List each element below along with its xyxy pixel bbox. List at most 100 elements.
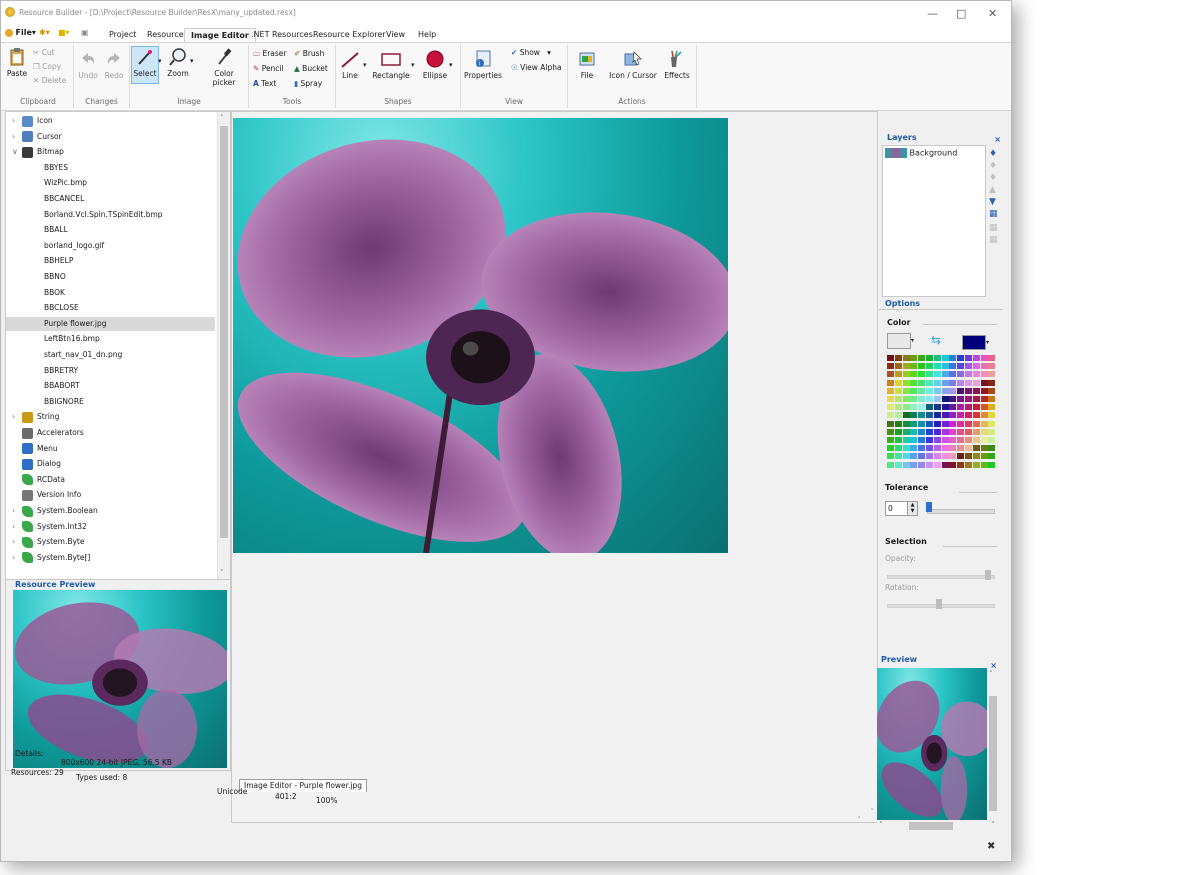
palette-swatch[interactable]	[972, 412, 980, 419]
palette-swatch[interactable]	[949, 355, 957, 361]
palette-swatch[interactable]	[949, 453, 957, 460]
palette-swatch[interactable]	[933, 387, 941, 394]
palette-swatch[interactable]	[957, 379, 965, 386]
collapse-chevron-icon[interactable]: ∨	[12, 145, 18, 159]
canvas-scroll-right-icon[interactable]: ˃	[858, 816, 862, 824]
palette-swatch[interactable]	[926, 387, 933, 394]
tree-node[interactable]: › Cursor	[6, 130, 215, 144]
palette-swatch[interactable]	[941, 371, 949, 378]
palette-swatch[interactable]	[972, 355, 980, 361]
palette-swatch[interactable]	[965, 396, 972, 402]
palette-swatch[interactable]	[965, 379, 972, 386]
palette-swatch[interactable]	[949, 387, 957, 394]
preview-vscroll-thumb[interactable]	[989, 696, 997, 811]
eraser-button[interactable]: ▭ Eraser	[253, 49, 287, 58]
palette-swatch[interactable]	[933, 420, 941, 427]
palette-swatch[interactable]	[941, 387, 949, 394]
palette-swatch[interactable]	[918, 396, 926, 402]
palette-swatch[interactable]	[933, 445, 941, 452]
palette-swatch[interactable]	[933, 371, 941, 378]
palette-swatch[interactable]	[887, 396, 894, 402]
palette-swatch[interactable]	[972, 420, 980, 427]
palette-swatch[interactable]	[894, 387, 902, 394]
palette-swatch[interactable]	[887, 404, 894, 411]
tree-node[interactable]: › String	[6, 410, 215, 424]
palette-swatch[interactable]	[918, 387, 926, 394]
palette-swatch[interactable]	[980, 461, 988, 468]
palette-swatch[interactable]	[941, 404, 949, 411]
palette-swatch[interactable]	[918, 437, 926, 443]
palette-swatch[interactable]	[926, 379, 933, 386]
brush-button[interactable]: ✐ Brush	[294, 49, 324, 58]
palette-swatch[interactable]	[949, 404, 957, 411]
effects-button[interactable]: Effects	[662, 49, 692, 80]
move-layer-down-icon[interactable]: ▼	[989, 197, 1001, 209]
palette-swatch[interactable]	[902, 461, 910, 468]
palette-swatch[interactable]	[957, 387, 965, 394]
redo-button[interactable]: Redo	[102, 49, 126, 80]
tree-leaf[interactable]: BBCANCEL	[6, 192, 215, 206]
editor-image[interactable]	[233, 118, 728, 553]
palette-swatch[interactable]	[918, 355, 926, 361]
palette-swatch[interactable]	[949, 379, 957, 386]
palette-swatch[interactable]	[918, 420, 926, 427]
tree-leaf[interactable]: BBYES	[6, 161, 215, 175]
tree-node[interactable]: ∨ Bitmap	[6, 145, 215, 159]
tree-leaf[interactable]: LeftBtn16.bmp	[6, 332, 215, 346]
palette-swatch[interactable]	[933, 404, 941, 411]
tree-leaf[interactable]: BBALL	[6, 223, 215, 237]
palette-swatch[interactable]	[926, 371, 933, 378]
flatten-image-icon[interactable]: ▦	[989, 235, 1001, 247]
expand-chevron-icon[interactable]: ›	[12, 504, 15, 518]
tree-node[interactable]: Accelerators	[6, 426, 215, 440]
palette-swatch[interactable]	[957, 404, 965, 411]
palette-swatch[interactable]	[972, 461, 980, 468]
palette-swatch[interactable]	[894, 453, 902, 460]
delete-button[interactable]: ✕ Delete	[33, 76, 66, 85]
palette-swatch[interactable]	[957, 420, 965, 427]
palette-swatch[interactable]	[887, 355, 894, 361]
palette-swatch[interactable]	[941, 437, 949, 443]
file-menu-button[interactable]: File▾	[5, 28, 36, 37]
palette-swatch[interactable]	[910, 371, 918, 378]
cut-button[interactable]: ✂ Cut	[33, 48, 55, 57]
palette-swatch[interactable]	[910, 396, 918, 402]
palette-swatch[interactable]	[965, 445, 972, 452]
palette-swatch[interactable]	[926, 461, 933, 468]
palette-swatch[interactable]	[988, 461, 996, 468]
palette-swatch[interactable]	[933, 379, 941, 386]
palette-swatch[interactable]	[988, 355, 996, 361]
palette-swatch[interactable]	[949, 420, 957, 427]
palette-swatch[interactable]	[988, 404, 996, 411]
palette-swatch[interactable]	[965, 404, 972, 411]
palette-swatch[interactable]	[957, 437, 965, 443]
palette-swatch[interactable]	[918, 371, 926, 378]
new-icon[interactable]: ✱▾	[39, 28, 50, 37]
save-icon[interactable]: ▣	[81, 28, 89, 37]
tree-leaf[interactable]: BBCLOSE	[6, 301, 215, 315]
ellipse-button[interactable]: Ellipse	[422, 49, 448, 80]
palette-swatch[interactable]	[980, 428, 988, 435]
palette-swatch[interactable]	[910, 453, 918, 460]
palette-swatch[interactable]	[910, 379, 918, 386]
palette-swatch[interactable]	[926, 355, 933, 361]
palette-swatch[interactable]	[926, 396, 933, 402]
palette-swatch[interactable]	[918, 428, 926, 435]
file-action-button[interactable]: File	[572, 49, 602, 80]
palette-swatch[interactable]	[949, 363, 957, 370]
palette-swatch[interactable]	[941, 396, 949, 402]
palette-swatch[interactable]	[949, 445, 957, 452]
doc-tab-image-editor[interactable]: Image Editor - Purple flower.jpg	[239, 779, 368, 792]
palette-swatch[interactable]	[957, 445, 965, 452]
expand-chevron-icon[interactable]: ›	[12, 535, 15, 549]
palette-swatch[interactable]	[902, 404, 910, 411]
palette-swatch[interactable]	[910, 363, 918, 370]
palette-swatch[interactable]	[910, 461, 918, 468]
palette-swatch[interactable]	[910, 404, 918, 411]
tree-node[interactable]: › System.Boolean	[6, 504, 215, 518]
palette-swatch[interactable]	[980, 379, 988, 386]
move-layer-up-icon[interactable]: ▲	[989, 185, 1001, 197]
palette-swatch[interactable]	[926, 437, 933, 443]
palette-swatch[interactable]	[972, 445, 980, 452]
palette-swatch[interactable]	[980, 387, 988, 394]
